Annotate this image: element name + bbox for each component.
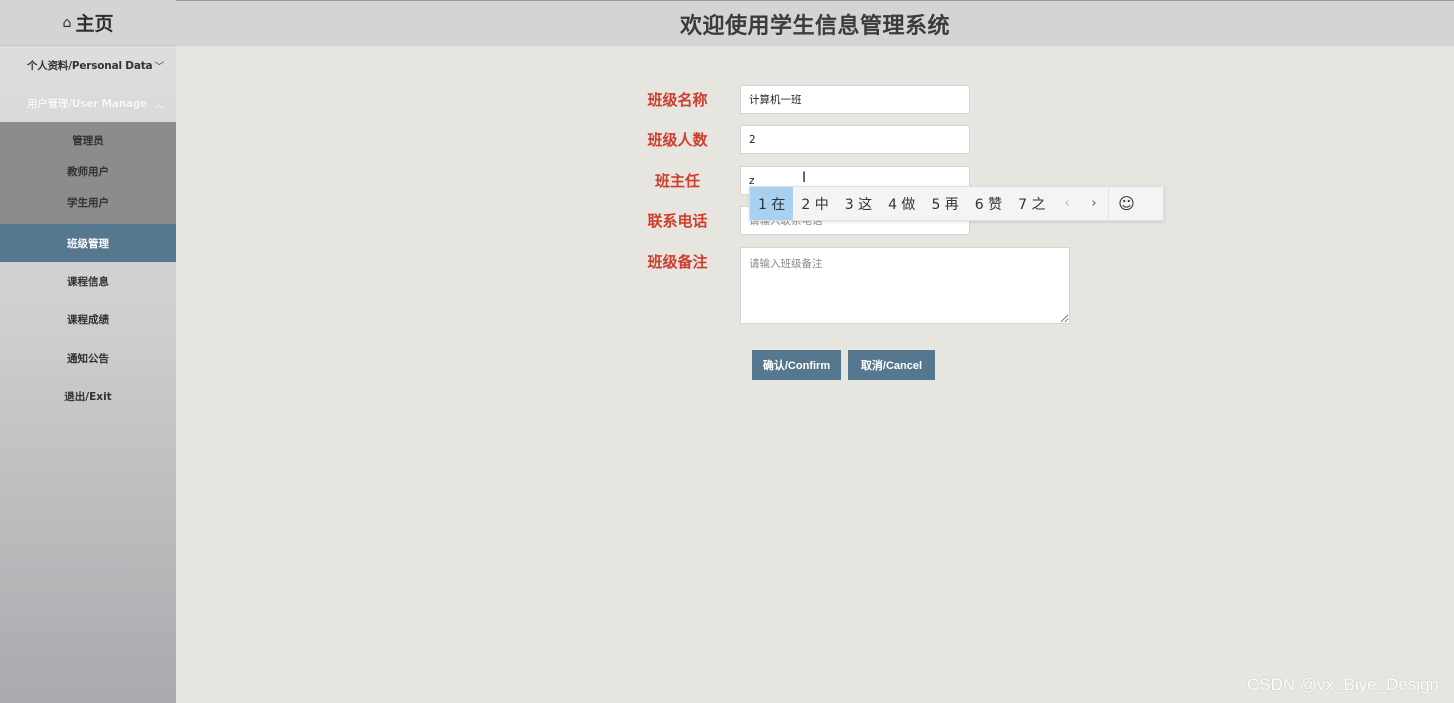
sidebar-item-course-grades[interactable]: 课程成绩 [0,301,176,339]
chevron-down-icon: ﹀ [154,61,164,73]
phone-label: 联系电话 [647,212,708,230]
chevron-left-icon[interactable]: ‹ [1054,187,1081,220]
sidebar-item-admin[interactable]: 管理员 [0,125,176,156]
chevron-right-icon[interactable]: › [1081,187,1108,220]
user-manage-submenu: 管理员 教师用户 学生用户 [0,122,176,224]
class-name-label: 班级名称 [647,91,708,109]
sidebar-item-course-info[interactable]: 课程信息 [0,262,176,300]
menu-user-manage[interactable]: 用户管理/User Manage ︿ [0,84,176,122]
home-icon: ⌂ [62,14,72,31]
sidebar-item-teacher-users[interactable]: 教师用户 [0,156,176,187]
form-row-class-name: 班级名称 [600,85,1100,115]
watermark: CSDN @vx_Biye_Design [1246,675,1439,694]
form-row-class-size: 班级人数 [600,125,1100,155]
class-size-label: 班级人数 [647,131,708,149]
sidebar-item-notices[interactable]: 通知公告 [0,339,176,377]
ime-candidate[interactable]: 5 再 [923,187,966,220]
ime-candidate[interactable]: 1 在 [750,187,794,220]
ime-candidate[interactable]: 4 做 [880,187,923,220]
sidebar: ⌂ 主页 个人资料/Personal Data ﹀ 用户管理/User Mana… [0,0,176,703]
menu-user-manage-label: 用户管理/User Manage [27,97,148,110]
home-link[interactable]: ⌂ 主页 [0,0,176,46]
sidebar-item-class-management[interactable]: 班级管理 [0,224,176,263]
confirm-button[interactable]: 确认/Confirm [752,350,841,380]
page-header: 欢迎使用学生信息管理系统 [176,0,1454,46]
sidebar-item-exit[interactable]: 退出/Exit [0,377,176,415]
class-name-input[interactable] [740,85,970,114]
remarks-textarea[interactable] [740,247,1070,324]
head-teacher-label: 班主任 [654,172,700,190]
ime-candidate[interactable]: 3 这 [837,187,880,220]
text-cursor-icon: I [802,170,807,186]
ime-candidate[interactable]: 7 之 [1010,187,1053,220]
form-row-remarks: 班级备注 [600,247,1100,324]
cancel-button[interactable]: 取消/Cancel [848,350,935,380]
page-title: 欢迎使用学生信息管理系统 [679,13,950,39]
ime-candidate[interactable]: 2 中 [793,187,836,220]
chevron-up-icon: ︿ [154,99,164,111]
menu-personal-data-label: 个人资料/Personal Data [27,59,153,72]
sidebar-item-student-users[interactable]: 学生用户 [0,187,176,218]
class-size-input[interactable] [740,125,970,154]
menu-personal-data[interactable]: 个人资料/Personal Data ﹀ [0,46,176,84]
home-label: 主页 [75,13,114,35]
ime-candidate-bar: 1 在 2 中 3 这 4 做 5 再 6 赞 7 之 ‹ › ☺ [749,186,1164,221]
emoji-icon[interactable]: ☺ [1107,187,1145,220]
ime-candidate[interactable]: 6 赞 [967,187,1010,220]
remarks-label: 班级备注 [647,253,708,271]
